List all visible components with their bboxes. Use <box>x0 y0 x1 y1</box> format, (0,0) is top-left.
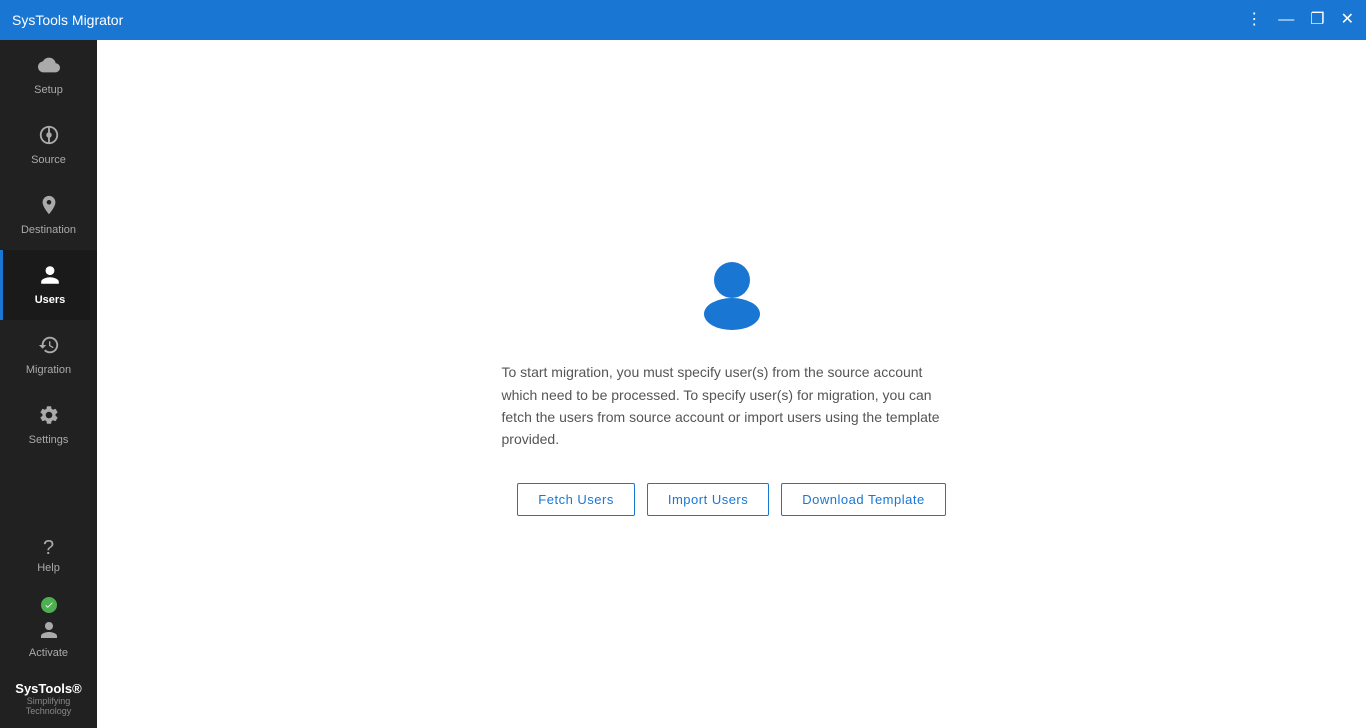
sidebar-item-users-label: Users <box>35 294 66 306</box>
activate-icon <box>41 594 57 614</box>
close-icon[interactable]: ✕ <box>1341 12 1354 28</box>
download-template-button[interactable]: Download Template <box>781 483 945 516</box>
sidebar-item-migration[interactable]: Migration <box>0 320 97 390</box>
sidebar-item-setup[interactable]: Setup <box>0 40 97 110</box>
destination-icon <box>38 194 60 220</box>
fetch-users-button[interactable]: Fetch Users <box>517 483 635 516</box>
sidebar-item-activate-label: Activate <box>29 647 68 659</box>
app-title: SysTools Migrator <box>12 12 123 28</box>
app-body: Setup Source Destination <box>0 40 1366 728</box>
menu-icon[interactable]: ⋮ <box>1246 12 1262 28</box>
history-icon <box>38 334 60 360</box>
title-bar: SysTools Migrator ⋮ — ❐ ✕ <box>0 0 1366 40</box>
person-icon <box>39 264 61 290</box>
minimize-icon[interactable]: — <box>1278 12 1294 28</box>
help-icon: ? <box>43 538 54 558</box>
maximize-icon[interactable]: ❐ <box>1310 12 1324 28</box>
sidebar-item-activate[interactable]: Activate <box>0 584 97 669</box>
user-large-icon <box>692 252 772 332</box>
buttons-row: Fetch Users Import Users Download Templa… <box>517 483 945 516</box>
import-users-button[interactable]: Import Users <box>647 483 769 516</box>
sidebar-bottom: ? Help Activate <box>0 528 97 728</box>
sidebar: Setup Source Destination <box>0 40 97 728</box>
sidebar-item-destination-label: Destination <box>21 224 76 236</box>
brand-name: SysTools® <box>8 681 89 696</box>
sidebar-item-migration-label: Migration <box>26 364 71 376</box>
window-controls[interactable]: ⋮ — ❐ ✕ <box>1246 12 1354 28</box>
gear-icon <box>38 404 60 430</box>
main-content: To start migration, you must specify use… <box>97 40 1366 728</box>
sidebar-item-settings[interactable]: Settings <box>0 390 97 460</box>
source-icon <box>38 124 60 150</box>
sidebar-item-source[interactable]: Source <box>0 110 97 180</box>
sidebar-item-settings-label: Settings <box>29 434 69 446</box>
sidebar-item-source-label: Source <box>31 154 66 166</box>
app-title-group: SysTools Migrator <box>12 12 123 28</box>
cloud-icon <box>38 54 60 80</box>
brand: SysTools® Simplifying Technology <box>0 669 97 728</box>
activate-dot <box>41 597 57 613</box>
user-icon-container <box>692 252 772 337</box>
sidebar-item-setup-label: Setup <box>34 84 63 96</box>
sidebar-item-help-label: Help <box>37 562 60 574</box>
sidebar-item-help[interactable]: ? Help <box>0 528 97 584</box>
description-text: To start migration, you must specify use… <box>502 361 962 451</box>
sidebar-item-destination[interactable]: Destination <box>0 180 97 250</box>
brand-tagline: Simplifying Technology <box>8 696 89 716</box>
sidebar-item-users[interactable]: Users <box>0 250 97 320</box>
